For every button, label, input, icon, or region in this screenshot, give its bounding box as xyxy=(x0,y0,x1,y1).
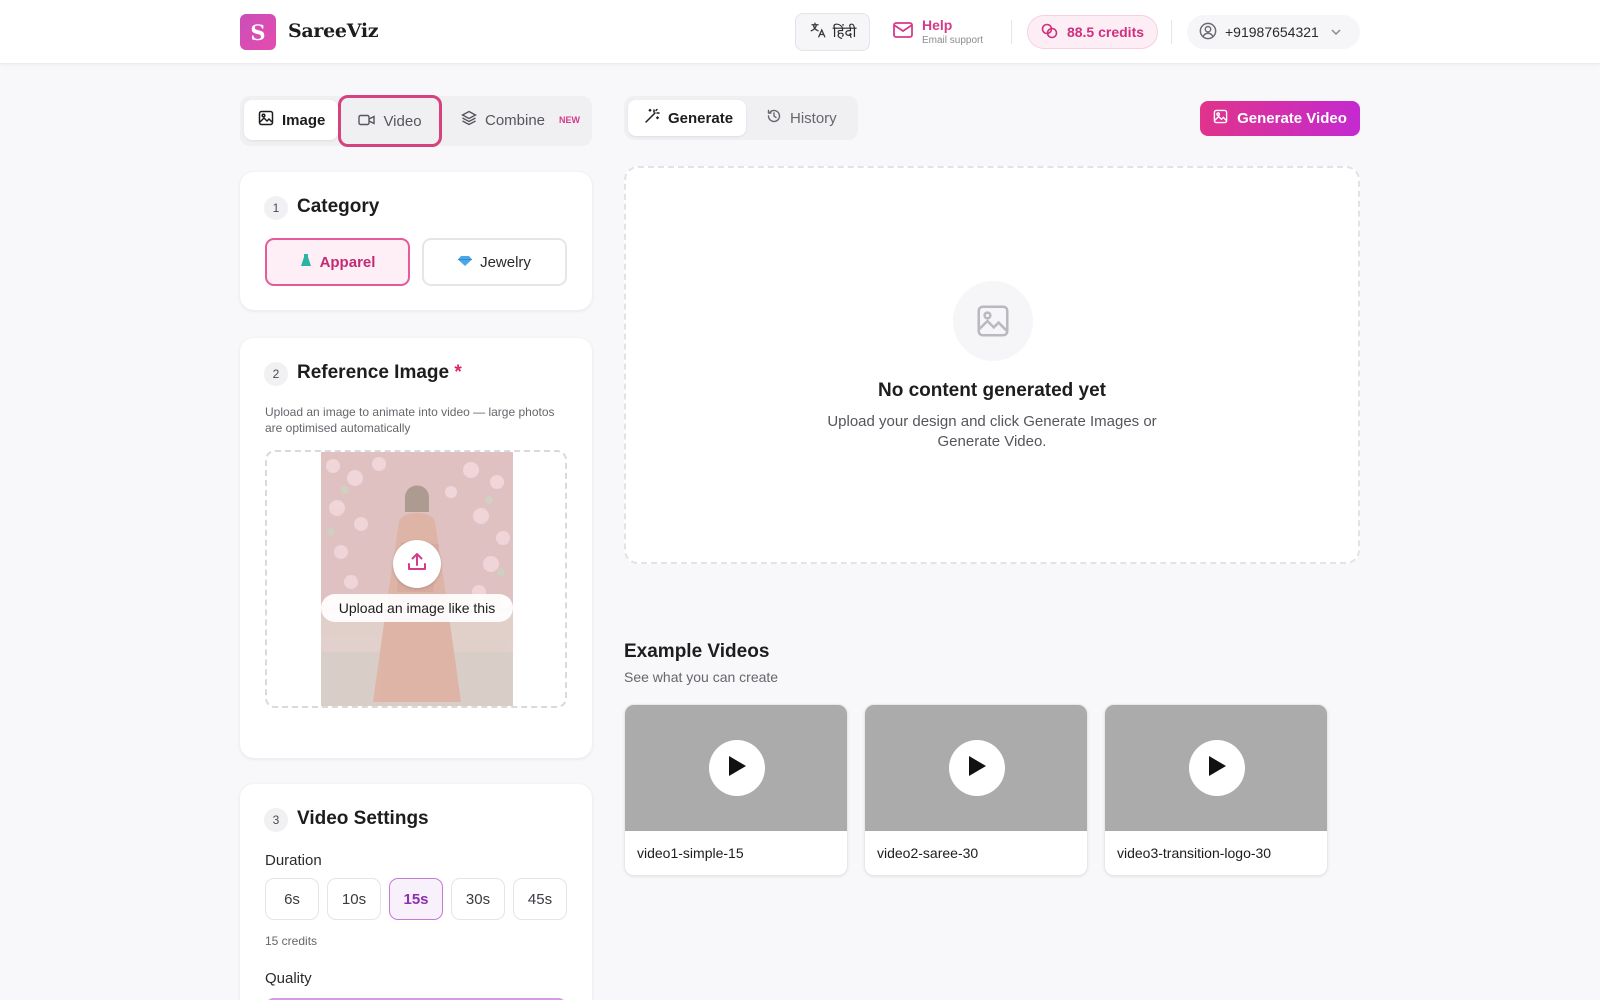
tab-video[interactable]: Video xyxy=(338,95,442,147)
duration-option-45s[interactable]: 45s xyxy=(513,878,567,920)
mail-icon xyxy=(893,22,913,43)
app-logo[interactable]: S xyxy=(240,14,276,50)
reference-title-text: Reference Image xyxy=(297,362,450,383)
magic-wand-icon xyxy=(644,108,660,128)
mode-tabs: Image Video Combine NEW xyxy=(240,95,592,147)
examples-title: Example Videos xyxy=(624,641,770,662)
translate-icon xyxy=(809,21,827,43)
help-sublabel: Email support xyxy=(922,35,984,46)
tab-combine-label: Combine xyxy=(485,111,546,129)
play-icon xyxy=(966,754,988,783)
reference-title: Reference Image * xyxy=(297,362,462,384)
chevron-down-icon xyxy=(1331,27,1341,38)
user-icon xyxy=(1199,22,1217,43)
gem-icon xyxy=(458,254,473,271)
example-video-name: video2-saree-30 xyxy=(877,845,979,861)
help-link[interactable]: Help Email support xyxy=(893,16,983,50)
divider xyxy=(1171,20,1172,44)
brand-name[interactable]: SareeViz xyxy=(288,20,379,42)
duration-option-30s[interactable]: 30s xyxy=(451,878,505,920)
duration-option-15s[interactable]: 15s xyxy=(389,878,443,920)
empty-state-description: Upload your design and click Generate Im… xyxy=(827,413,1157,450)
output-preview-area: No content generated yet Upload your des… xyxy=(624,166,1360,564)
duration-label: Duration xyxy=(265,852,322,869)
example-video-name: video1-simple-15 xyxy=(637,845,744,861)
play-button[interactable] xyxy=(1189,740,1245,796)
required-marker: * xyxy=(454,362,462,383)
account-menu[interactable]: +91987654321 xyxy=(1187,15,1360,49)
tab-history-label: History xyxy=(790,109,837,127)
tab-generate-label: Generate xyxy=(668,109,734,127)
duration-option-10s[interactable]: 10s xyxy=(327,878,381,920)
play-button[interactable] xyxy=(949,740,1005,796)
category-apparel-button[interactable]: Apparel xyxy=(265,238,410,286)
category-jewelry-label: Jewelry xyxy=(480,253,531,271)
reference-image-card: 2 Reference Image * Upload an image to a… xyxy=(240,338,592,758)
duration-option-6s[interactable]: 6s xyxy=(265,878,319,920)
credits-value: 88.5 credits xyxy=(1066,24,1145,40)
step-number: 2 xyxy=(264,362,288,386)
output-tabs: Generate History xyxy=(624,96,858,140)
image-icon xyxy=(1213,109,1228,128)
step-number: 3 xyxy=(264,808,288,832)
examples-subtitle: See what you can create xyxy=(624,669,779,685)
play-icon xyxy=(726,754,748,783)
play-button[interactable] xyxy=(709,740,765,796)
tab-image-label: Image xyxy=(282,111,326,129)
example-video-name: video3-transition-logo-30 xyxy=(1117,845,1272,861)
example-video-card[interactable]: video3-transition-logo-30 xyxy=(1104,704,1328,876)
play-icon xyxy=(1206,754,1228,783)
history-icon xyxy=(766,108,782,128)
category-jewelry-button[interactable]: Jewelry xyxy=(422,238,567,286)
example-video-card[interactable]: video2-saree-30 xyxy=(864,704,1088,876)
upload-icon xyxy=(406,551,428,578)
video-settings-card: 3 Video Settings Duration 6s 10s 15s 30s… xyxy=(240,784,592,1000)
tab-combine[interactable]: Combine NEW xyxy=(447,100,587,140)
generate-video-label: Generate Video xyxy=(1237,110,1347,127)
top-header: S SareeViz हिंदी Help Email support 88.5… xyxy=(0,0,1600,64)
duration-credits-note: 15 credits xyxy=(265,934,318,948)
category-card: 1 Category Apparel Jewelry xyxy=(240,172,592,310)
divider xyxy=(1011,20,1012,44)
tab-generate[interactable]: Generate xyxy=(628,100,746,136)
tab-image[interactable]: Image xyxy=(244,100,338,140)
category-title: Category xyxy=(297,196,380,217)
coins-icon xyxy=(1041,23,1059,42)
quality-label: Quality xyxy=(265,970,312,987)
generate-video-button[interactable]: Generate Video xyxy=(1200,101,1360,136)
tab-video-label: Video xyxy=(383,112,422,130)
tab-history[interactable]: History xyxy=(750,100,854,136)
language-label: हिंदी xyxy=(832,24,857,41)
help-label: Help xyxy=(922,17,953,33)
video-settings-title: Video Settings xyxy=(297,808,429,829)
credits-badge[interactable]: 88.5 credits xyxy=(1027,15,1158,49)
category-apparel-label: Apparel xyxy=(319,253,376,271)
image-placeholder-icon xyxy=(953,281,1033,361)
language-toggle-button[interactable]: हिंदी xyxy=(795,13,870,51)
upload-hint-label: Upload an image like this xyxy=(321,594,513,622)
upload-button[interactable] xyxy=(393,540,441,588)
reference-description: Upload an image to animate into video — … xyxy=(265,405,555,435)
image-upload-dropzone[interactable]: Upload an image like this xyxy=(265,450,567,708)
video-camera-icon xyxy=(358,113,376,130)
empty-state-title: No content generated yet xyxy=(877,380,1107,401)
dress-icon xyxy=(300,253,312,271)
step-number: 1 xyxy=(264,196,288,220)
new-badge: NEW xyxy=(559,115,581,125)
layers-icon xyxy=(461,110,477,130)
image-icon xyxy=(258,110,274,130)
example-video-card[interactable]: video1-simple-15 xyxy=(624,704,848,876)
account-phone: +91987654321 xyxy=(1225,24,1319,40)
